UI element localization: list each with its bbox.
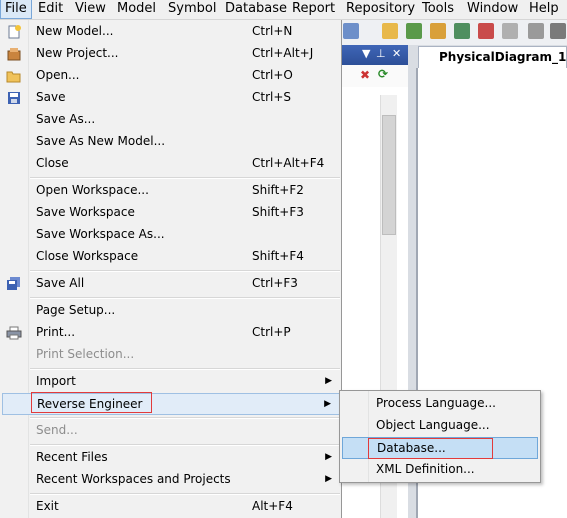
- submenu-arrow-icon: ▶: [324, 399, 331, 409]
- menu-item-open-workspace[interactable]: Open Workspace... Shift+F2: [2, 180, 340, 202]
- toolbar-icon-1[interactable]: [343, 23, 359, 39]
- file-menu: New Model... Ctrl+N New Project... Ctrl+…: [0, 19, 342, 518]
- submenu-item-process-language[interactable]: Process Language...: [342, 393, 538, 415]
- toolbar-icon-8[interactable]: [528, 23, 544, 39]
- menu-separator: [30, 297, 340, 299]
- printer-icon: [6, 325, 22, 341]
- reverse-engineer-submenu: Process Language... Object Language... D…: [339, 390, 541, 483]
- menu-item-import[interactable]: Import ▶: [2, 371, 340, 393]
- menu-separator: [30, 444, 340, 446]
- menu-item-save-as[interactable]: Save As...: [2, 109, 340, 131]
- toolbar-icon-3[interactable]: [406, 23, 422, 39]
- toolbar-icon-5[interactable]: [454, 23, 470, 39]
- submenu-arrow-icon: ▶: [325, 474, 332, 484]
- menu-model[interactable]: Model: [113, 0, 160, 19]
- menu-item-print[interactable]: Print... Ctrl+P: [2, 322, 340, 344]
- menu-item-save-workspace-as[interactable]: Save Workspace As...: [2, 224, 340, 246]
- dropdown-icon[interactable]: ▼: [362, 47, 370, 60]
- menu-separator: [30, 177, 340, 179]
- annotation-highlight-box: [368, 438, 493, 459]
- menu-window[interactable]: Window: [463, 0, 522, 19]
- submenu-arrow-icon: ▶: [325, 452, 332, 462]
- menu-file[interactable]: File: [0, 0, 32, 19]
- panel-toolbar: ✖ ⟳: [340, 65, 408, 87]
- menu-item-save[interactable]: Save Ctrl+S: [2, 87, 340, 109]
- menu-item-save-workspace[interactable]: Save Workspace Shift+F3: [2, 202, 340, 224]
- submenu-item-object-language[interactable]: Object Language...: [342, 415, 538, 437]
- toolbar-icon-6[interactable]: [478, 23, 494, 39]
- menu-edit[interactable]: Edit: [34, 0, 67, 19]
- tab-physical-diagram[interactable]: PhysicalDiagram_1: [418, 46, 567, 68]
- menu-separator: [30, 493, 340, 495]
- menu-item-open[interactable]: Open... Ctrl+O: [2, 65, 340, 87]
- pin-icon[interactable]: ⊥: [376, 47, 386, 60]
- menu-separator: [30, 417, 340, 419]
- toolbar-icon-4[interactable]: [430, 23, 446, 39]
- menu-symbol[interactable]: Symbol: [164, 0, 220, 19]
- toolbar-icon-2[interactable]: [382, 23, 398, 39]
- menu-item-save-all[interactable]: Save All Ctrl+F3: [2, 273, 340, 295]
- menu-item-recent-workspaces[interactable]: Recent Workspaces and Projects ▶: [2, 469, 340, 491]
- menu-tools[interactable]: Tools: [418, 0, 458, 19]
- save-all-icon: [6, 276, 22, 292]
- menu-item-page-setup[interactable]: Page Setup...: [2, 300, 340, 322]
- menu-item-close[interactable]: Close Ctrl+Alt+F4: [2, 153, 340, 175]
- submenu-item-xml-definition[interactable]: XML Definition...: [342, 459, 538, 481]
- menu-report[interactable]: Report: [288, 0, 339, 19]
- open-folder-icon: [6, 68, 22, 84]
- menu-separator: [30, 368, 340, 370]
- menu-separator: [30, 270, 340, 272]
- scrollbar-thumb[interactable]: [382, 115, 396, 235]
- menu-database[interactable]: Database: [221, 0, 291, 19]
- panel-header: ▼ ⊥ ✕: [340, 45, 408, 65]
- toolbar: [340, 19, 567, 45]
- refresh-icon[interactable]: ⟳: [378, 67, 388, 81]
- menu-item-new-model[interactable]: New Model... Ctrl+N: [2, 21, 340, 43]
- new-model-icon: [6, 24, 22, 40]
- submenu-arrow-icon: ▶: [325, 376, 332, 386]
- menu-item-recent-files[interactable]: Recent Files ▶: [2, 447, 340, 469]
- menu-item-new-project[interactable]: New Project... Ctrl+Alt+J: [2, 43, 340, 65]
- delete-icon[interactable]: ✖: [360, 68, 370, 82]
- annotation-highlight-box: [31, 392, 152, 413]
- menu-item-exit[interactable]: Exit Alt+F4: [2, 496, 340, 518]
- close-icon[interactable]: ✕: [392, 47, 401, 60]
- toolbar-icon-7[interactable]: [502, 23, 518, 39]
- menu-help[interactable]: Help: [525, 0, 563, 19]
- toolbar-icon-9[interactable]: [550, 23, 566, 39]
- new-project-icon: [6, 46, 22, 62]
- menu-item-close-workspace[interactable]: Close Workspace Shift+F4: [2, 246, 340, 268]
- menu-item-save-as-new-model[interactable]: Save As New Model...: [2, 131, 340, 153]
- menu-bar: File Edit View Model Symbol Database Rep…: [0, 0, 567, 20]
- menu-view[interactable]: View: [71, 0, 110, 19]
- menu-item-send: Send...: [36, 423, 78, 437]
- save-disk-icon: [6, 90, 22, 106]
- menu-repository[interactable]: Repository: [342, 0, 419, 19]
- menu-item-print-selection: Print Selection...: [36, 347, 135, 361]
